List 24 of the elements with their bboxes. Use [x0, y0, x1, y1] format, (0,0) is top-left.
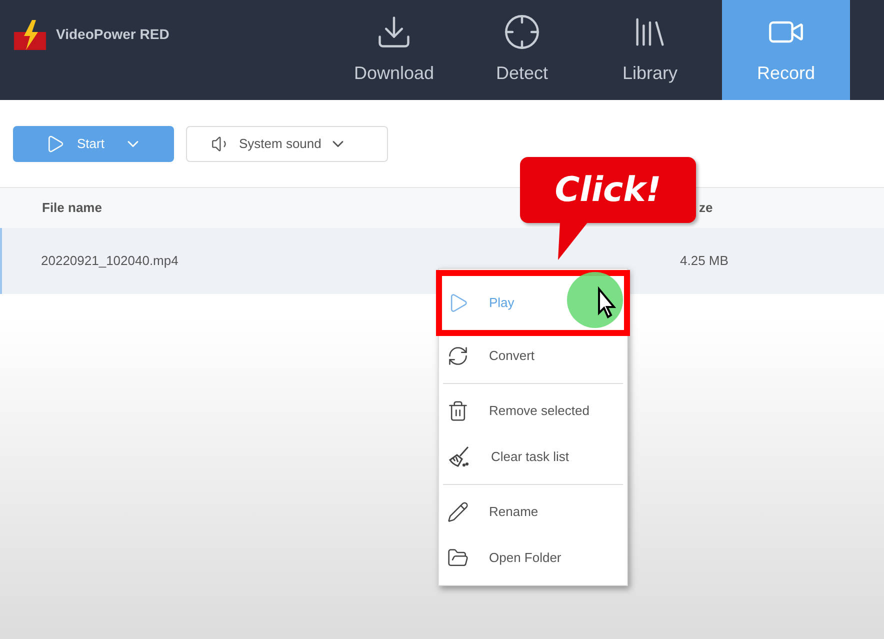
- table-cell-text: 4.25 MB: [680, 252, 728, 270]
- logo-icon: [12, 20, 48, 52]
- trash-icon: [447, 400, 469, 422]
- table-cell-text: 20220921_102040.mp4: [40, 252, 180, 270]
- folder-icon: [447, 547, 469, 569]
- column-header: ze: [699, 199, 713, 218]
- menu-item[interactable]: Open Folder: [439, 535, 627, 581]
- table-row[interactable]: 20220921_102040.mp4 4.25 MB: [0, 228, 884, 294]
- callout-text: Click!: [554, 168, 662, 212]
- nav-tab[interactable]: Download: [330, 0, 458, 100]
- menu-item[interactable]: Rename: [439, 489, 627, 535]
- crosshair-icon: [503, 13, 541, 51]
- menu-item[interactable]: Convert: [439, 333, 627, 379]
- nav-tab[interactable]: Library: [586, 0, 714, 100]
- column-header: File name: [41, 199, 103, 218]
- refresh-icon: [447, 345, 469, 367]
- app-title: VideoPower RED: [56, 25, 170, 44]
- click-highlight-drawing: [565, 271, 623, 329]
- menu-item[interactable]: Clear task list: [439, 434, 627, 480]
- nav-tab[interactable]: Detect: [458, 0, 586, 100]
- menu-item[interactable]: Remove selected: [439, 388, 627, 434]
- pencil-icon: [447, 501, 469, 523]
- audio-source-dropdown[interactable]: System sound: [186, 126, 388, 162]
- broom-icon: [447, 445, 471, 469]
